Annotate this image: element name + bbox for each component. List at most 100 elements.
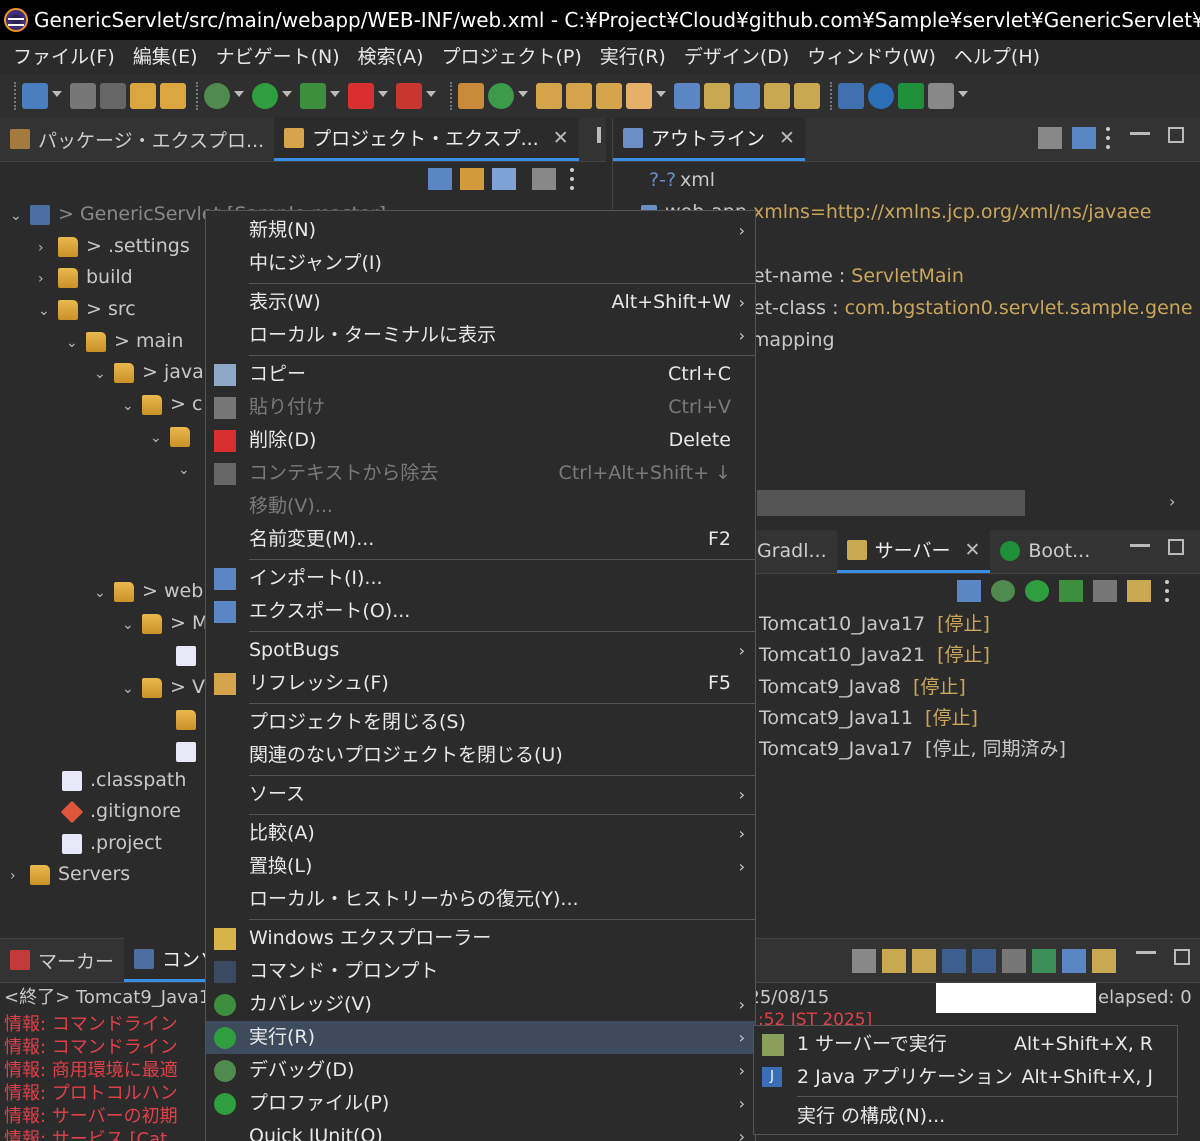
disconnect-icon[interactable] bbox=[396, 83, 422, 109]
maximize-icon[interactable] bbox=[1174, 949, 1190, 965]
minimize-icon[interactable] bbox=[1130, 132, 1150, 135]
focus-icon[interactable] bbox=[532, 168, 556, 190]
open-project-icon[interactable] bbox=[596, 83, 622, 109]
tree-item-webapp[interactable]: ⌄ > web bbox=[94, 575, 203, 607]
expand-arrow-icon[interactable]: ⌄ bbox=[66, 327, 86, 359]
close-icon[interactable]: ✕ bbox=[553, 127, 569, 149]
context-menu-item[interactable]: 関連のないプロジェクトを閉じる(U) bbox=[206, 739, 755, 772]
close-icon[interactable]: ✕ bbox=[964, 539, 980, 561]
settings-gear-icon[interactable] bbox=[868, 83, 894, 109]
show-stderr-icon[interactable] bbox=[972, 949, 996, 973]
tree-item-manifest[interactable] bbox=[176, 639, 204, 671]
console-icon[interactable] bbox=[838, 83, 864, 109]
context-menu-item[interactable]: 削除(D) Delete bbox=[206, 424, 755, 457]
scroll-lock-icon[interactable] bbox=[882, 949, 906, 973]
nav-forward-icon[interactable] bbox=[764, 83, 790, 109]
outline-row-servlet-class[interactable]: servlet-class : com.bgstation0.servlet.s… bbox=[707, 292, 1193, 324]
open-folder-icon[interactable] bbox=[536, 83, 562, 109]
display-console-icon[interactable] bbox=[1062, 949, 1086, 973]
horizontal-scrollbar[interactable] bbox=[757, 490, 1025, 516]
pin-console-icon[interactable] bbox=[1002, 949, 1026, 973]
expand-arrow-icon[interactable]: ⌄ bbox=[94, 358, 114, 390]
submenu-item-java-application[interactable]: J 2 Java アプリケーション Alt+Shift+X, J bbox=[754, 1061, 1177, 1094]
expand-arrow-icon[interactable]: ⌄ bbox=[38, 295, 58, 327]
collapse-all-icon[interactable] bbox=[428, 168, 452, 190]
context-menu-item[interactable]: 置換(L) › bbox=[206, 850, 755, 883]
boot-power-icon[interactable] bbox=[898, 83, 924, 109]
context-menu-item[interactable]: カバレッジ(V) › bbox=[206, 988, 755, 1021]
expand-arrow-icon[interactable]: ⌄ bbox=[94, 577, 114, 609]
expand-arrow-icon[interactable]: ⌄ bbox=[122, 390, 142, 422]
tree-item-com[interactable]: ⌄ > c bbox=[122, 388, 202, 420]
expand-arrow-icon[interactable]: ⌄ bbox=[122, 673, 142, 705]
menu-search[interactable]: 検索(A) bbox=[349, 40, 433, 74]
debug-icon[interactable] bbox=[204, 83, 230, 109]
close-icon[interactable]: ✕ bbox=[779, 127, 795, 149]
expand-arrow-icon[interactable]: ⌄ bbox=[178, 454, 198, 486]
collapse-arrow-icon[interactable]: › bbox=[10, 860, 30, 892]
tab-servers[interactable]: サーバー ✕ bbox=[836, 529, 991, 573]
open-console-icon[interactable] bbox=[1092, 949, 1116, 973]
tree-item-settings[interactable]: › > .settings bbox=[38, 230, 190, 262]
tree-item-src[interactable]: ⌄ > src bbox=[38, 293, 136, 325]
new-class-dropdown-icon[interactable] bbox=[518, 91, 528, 101]
maximize-icon[interactable] bbox=[596, 127, 601, 143]
brush-icon[interactable] bbox=[626, 83, 652, 109]
tab-boot-dashboard[interactable]: Boot... bbox=[990, 529, 1100, 573]
server-row[interactable]: Tomcat10_Java17 [停止] bbox=[759, 608, 990, 640]
context-menu-item[interactable]: 新規(N) › bbox=[206, 214, 755, 247]
external-dropdown-icon[interactable] bbox=[330, 91, 340, 101]
save-icon[interactable] bbox=[70, 83, 96, 109]
undo-icon[interactable] bbox=[130, 83, 156, 109]
outline-row-xml[interactable]: ?-? xml bbox=[649, 164, 715, 196]
tab-outline[interactable]: アウトライン ✕ bbox=[613, 117, 805, 161]
debug-server-icon[interactable] bbox=[991, 580, 1015, 602]
submenu-item-run-configurations[interactable]: 実行 の構成(N)... bbox=[754, 1100, 1177, 1133]
tree-item-classpath[interactable]: .classpath bbox=[62, 764, 186, 796]
maximize-icon[interactable] bbox=[1168, 127, 1184, 143]
tree-item-servers[interactable]: › Servers bbox=[10, 858, 130, 890]
tree-item-web-inf[interactable]: ⌄ > V bbox=[122, 671, 205, 703]
context-menu-item[interactable]: 実行(R) › bbox=[206, 1021, 755, 1054]
collapse-arrow-icon[interactable]: › bbox=[38, 232, 58, 264]
menu-window[interactable]: ウィンドウ(W) bbox=[798, 40, 945, 74]
tree-item-sub2[interactable]: ⌄ bbox=[178, 452, 198, 484]
context-menu-item[interactable]: ソース › bbox=[206, 778, 755, 811]
tree-item-sub1[interactable]: ⌄ bbox=[150, 420, 198, 452]
context-menu-item[interactable]: リフレッシュ(F) F5 bbox=[206, 667, 755, 700]
tree-item-java[interactable]: ⌄ > java bbox=[94, 356, 204, 388]
sort-icon[interactable] bbox=[1038, 127, 1062, 149]
open-type-icon[interactable] bbox=[458, 83, 484, 109]
maximize-icon[interactable] bbox=[1168, 539, 1184, 555]
nav-star-icon[interactable] bbox=[704, 83, 730, 109]
tree-item-project-file[interactable]: .project bbox=[62, 827, 162, 859]
download-dropdown-icon[interactable] bbox=[958, 91, 968, 101]
collapse-arrow-icon[interactable]: › bbox=[38, 263, 58, 295]
context-menu-item[interactable]: インポート(I)... bbox=[206, 562, 755, 595]
expand-arrow-icon[interactable]: ⌄ bbox=[10, 200, 30, 232]
tree-item-main[interactable]: ⌄ > main bbox=[66, 325, 183, 357]
context-menu-item[interactable]: Quick JUnit(Q) › bbox=[206, 1120, 755, 1141]
new-class-icon[interactable] bbox=[488, 83, 514, 109]
clear-console-icon[interactable] bbox=[852, 949, 876, 973]
tab-package-explorer[interactable]: パッケージ・エクスプロ... bbox=[0, 117, 274, 161]
context-menu-item[interactable]: ローカル・ターミナルに表示 › bbox=[206, 319, 755, 352]
expand-arrow-icon[interactable]: ⌄ bbox=[122, 609, 142, 641]
menu-run[interactable]: 実行(R) bbox=[591, 40, 675, 74]
disconnect-dropdown-icon[interactable] bbox=[426, 91, 436, 101]
run-icon[interactable] bbox=[252, 83, 278, 109]
collapse-all-icon[interactable] bbox=[1072, 127, 1096, 149]
tab-project-explorer[interactable]: プロジェクト・エクスプ... ✕ bbox=[274, 117, 579, 161]
expand-arrow-icon[interactable]: ⌄ bbox=[150, 422, 170, 454]
nav-search-icon[interactable] bbox=[734, 83, 760, 109]
download-icon[interactable] bbox=[928, 83, 954, 109]
context-menu-item[interactable]: プロファイル(P) › bbox=[206, 1087, 755, 1120]
publish-icon[interactable] bbox=[1127, 580, 1151, 602]
context-menu-item[interactable]: Windows エクスプローラー bbox=[206, 922, 755, 955]
view-menu-icon[interactable] bbox=[1106, 127, 1112, 149]
run-external-icon[interactable] bbox=[300, 83, 326, 109]
menu-file[interactable]: ファイル(F) bbox=[4, 40, 124, 74]
nav-file-icon[interactable] bbox=[794, 83, 820, 109]
redo-icon[interactable] bbox=[160, 83, 186, 109]
menu-project[interactable]: プロジェクト(P) bbox=[432, 40, 590, 74]
